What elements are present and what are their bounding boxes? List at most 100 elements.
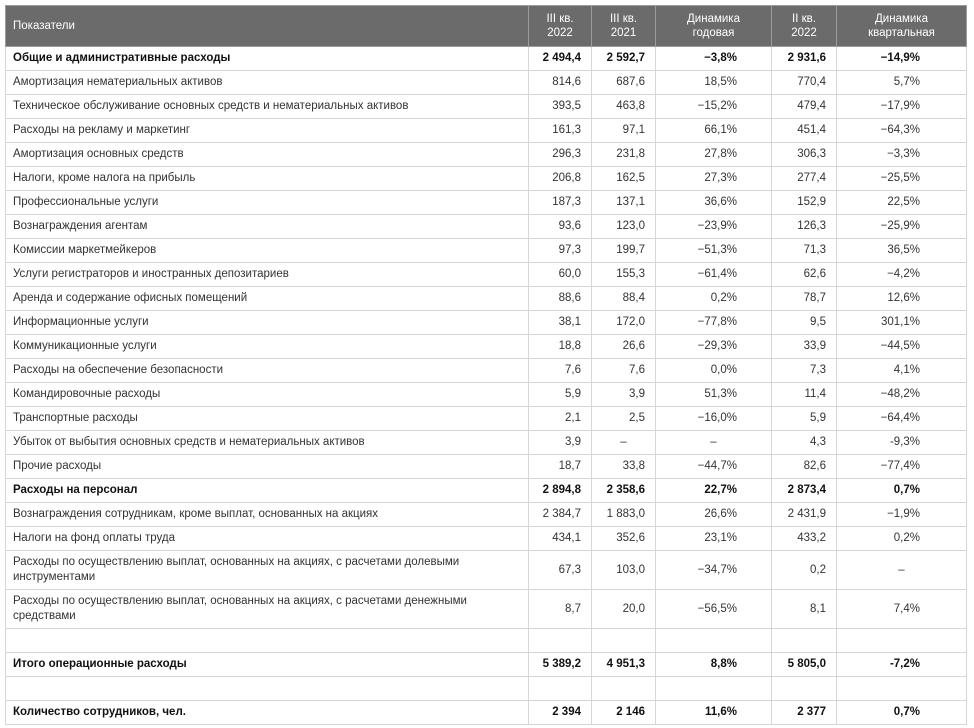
- cell-q3-2021: 33,8: [591, 454, 656, 479]
- cell-qoq-change: 36,5%: [836, 238, 967, 263]
- cell-q3-2021: 199,7: [591, 238, 656, 263]
- cell-qoq-change: -9,3%: [836, 430, 967, 455]
- cell-q3-2022: [528, 628, 592, 653]
- cell-q3-2022: 7,6: [528, 358, 592, 383]
- cell-qoq-change: 7,4%: [836, 589, 967, 629]
- cell-q2-2022: 306,3: [771, 142, 837, 167]
- cell-q3-2021: 687,6: [591, 70, 656, 95]
- cell-q3-2021: 137,1: [591, 190, 656, 215]
- cell-q3-2022: 38,1: [528, 310, 592, 335]
- cell-q3-2021: 2 592,7: [591, 46, 656, 71]
- cell-q3-2022: 18,8: [528, 334, 592, 359]
- row-label: Расходы на обеспечение безопасности: [5, 358, 529, 383]
- cell-q3-2022: 8,7: [528, 589, 592, 629]
- cell-qoq-change: 22,5%: [836, 190, 967, 215]
- cell-yoy-change: [655, 676, 772, 701]
- cell-qoq-change: −17,9%: [836, 94, 967, 119]
- cell-qoq-change: −64,4%: [836, 406, 967, 431]
- cell-yoy-change: 0,2%: [655, 286, 772, 311]
- cell-q3-2022: 5,9: [528, 382, 592, 407]
- cell-q3-2021: 103,0: [591, 550, 656, 590]
- cell-qoq-change: 0,7%: [836, 700, 967, 725]
- cell-qoq-change: 0,2%: [836, 526, 967, 551]
- cell-q2-2022: 2 873,4: [771, 478, 837, 503]
- cell-q3-2022: 2 894,8: [528, 478, 592, 503]
- cell-q3-2021: 172,0: [591, 310, 656, 335]
- cell-q3-2021: 1 883,0: [591, 502, 656, 527]
- header-q3-2021: III кв. 2021: [591, 5, 656, 47]
- cell-yoy-change: 26,6%: [655, 502, 772, 527]
- cell-q3-2022: 296,3: [528, 142, 592, 167]
- cell-q3-2022: 93,6: [528, 214, 592, 239]
- cell-q3-2022: 2 494,4: [528, 46, 592, 71]
- row-label: Налоги на фонд оплаты труда: [5, 526, 529, 551]
- cell-q2-2022: 770,4: [771, 70, 837, 95]
- header-qoq-change: Динамика квартальная: [836, 5, 967, 47]
- table-row: Коммуникационные услуги 18,8 26,6 −29,3% 33,…: [5, 334, 967, 359]
- table-row: Налоги, кроме налога на прибыль 206,8 162,…: [5, 166, 967, 191]
- cell-q2-2022: 433,2: [771, 526, 837, 551]
- header-q3-2021-label: III кв. 2021: [609, 13, 638, 39]
- row-label: Расходы на рекламу и маркетинг: [5, 118, 529, 143]
- row-label: Коммуникационные услуги: [5, 334, 529, 359]
- cell-q3-2022: 434,1: [528, 526, 592, 551]
- cell-qoq-change: −64,3%: [836, 118, 967, 143]
- table-row: Информационные услуги 38,1 172,0 −77,8% 9,5 3…: [5, 310, 967, 335]
- cell-q3-2021: 3,9: [591, 382, 656, 407]
- cell-qoq-change: −1,9%: [836, 502, 967, 527]
- row-label: Налоги, кроме налога на прибыль: [5, 166, 529, 191]
- cell-q2-2022: 2 377: [771, 700, 837, 725]
- row-label: Вознаграждения агентам: [5, 214, 529, 239]
- cell-q2-2022: 2 931,6: [771, 46, 837, 71]
- cell-q3-2022: 393,5: [528, 94, 592, 119]
- cell-q3-2021: 2 146: [591, 700, 656, 725]
- cell-yoy-change: −15,2%: [655, 94, 772, 119]
- cell-qoq-change: 4,1%: [836, 358, 967, 383]
- cell-yoy-change: 66,1%: [655, 118, 772, 143]
- row-label: Командировочные расходы: [5, 382, 529, 407]
- cell-yoy-change: 22,7%: [655, 478, 772, 503]
- cell-q2-2022: 2 431,9: [771, 502, 837, 527]
- cell-q2-2022: 277,4: [771, 166, 837, 191]
- cell-q3-2021: 7,6: [591, 358, 656, 383]
- cell-q3-2022: 206,8: [528, 166, 592, 191]
- cell-qoq-change: −4,2%: [836, 262, 967, 287]
- table-row: Командировочные расходы 5,9 3,9 51,3% 11,4 −4…: [5, 382, 967, 407]
- cell-q2-2022: 4,3: [771, 430, 837, 455]
- cell-qoq-change: 12,6%: [836, 286, 967, 311]
- cell-q3-2021: 2,5: [591, 406, 656, 431]
- cell-q3-2021: 463,8: [591, 94, 656, 119]
- table-row: Аренда и содержание офисных помещений 88,…: [5, 286, 967, 311]
- cell-yoy-change: −34,7%: [655, 550, 772, 590]
- cell-q2-2022: 82,6: [771, 454, 837, 479]
- row-label: Амортизация основных средств: [5, 142, 529, 167]
- header-q2-2022: II кв. 2022: [771, 5, 837, 47]
- header-indicators-label: Показатели: [13, 20, 75, 32]
- header-yoy-change-label: Динамика годовая: [687, 13, 740, 39]
- cell-qoq-change: -7,2%: [836, 652, 967, 677]
- cell-q3-2022: 2 394: [528, 700, 592, 725]
- cell-yoy-change: −3,8%: [655, 46, 772, 71]
- table-row: Итого операционные расходы 5 389,2 4 951,3…: [5, 652, 967, 677]
- table-row: Расходы по осуществлению выплат, основан…: [5, 589, 967, 629]
- cell-q3-2021: 26,6: [591, 334, 656, 359]
- cell-qoq-change: 301,1%: [836, 310, 967, 335]
- cell-q2-2022: 62,6: [771, 262, 837, 287]
- cell-yoy-change: −16,0%: [655, 406, 772, 431]
- row-label: Вознаграждения сотрудникам, кроме выплат…: [5, 502, 529, 527]
- table-row: Комиссии маркетмейкеров 97,3 199,7 −51,3% 71…: [5, 238, 967, 263]
- cell-yoy-change: 0,0%: [655, 358, 772, 383]
- cell-q2-2022: 11,4: [771, 382, 837, 407]
- table-row: Расходы на персонал 2 894,8 2 358,6 22,7% 2 …: [5, 478, 967, 503]
- cell-q2-2022: 5 805,0: [771, 652, 837, 677]
- cell-q3-2022: 2,1: [528, 406, 592, 431]
- cell-q3-2021: [591, 628, 656, 653]
- table-row: Налоги на фонд оплаты труда 434,1 352,6 23,…: [5, 526, 967, 551]
- header-yoy-change: Динамика годовая: [655, 5, 772, 47]
- cell-q3-2021: 4 951,3: [591, 652, 656, 677]
- cell-q2-2022: 126,3: [771, 214, 837, 239]
- cell-qoq-change: –: [836, 550, 967, 590]
- header-q3-2022-label: III кв. 2022: [546, 13, 574, 39]
- cell-q3-2022: 161,3: [528, 118, 592, 143]
- row-label: Итого операционные расходы: [5, 652, 529, 677]
